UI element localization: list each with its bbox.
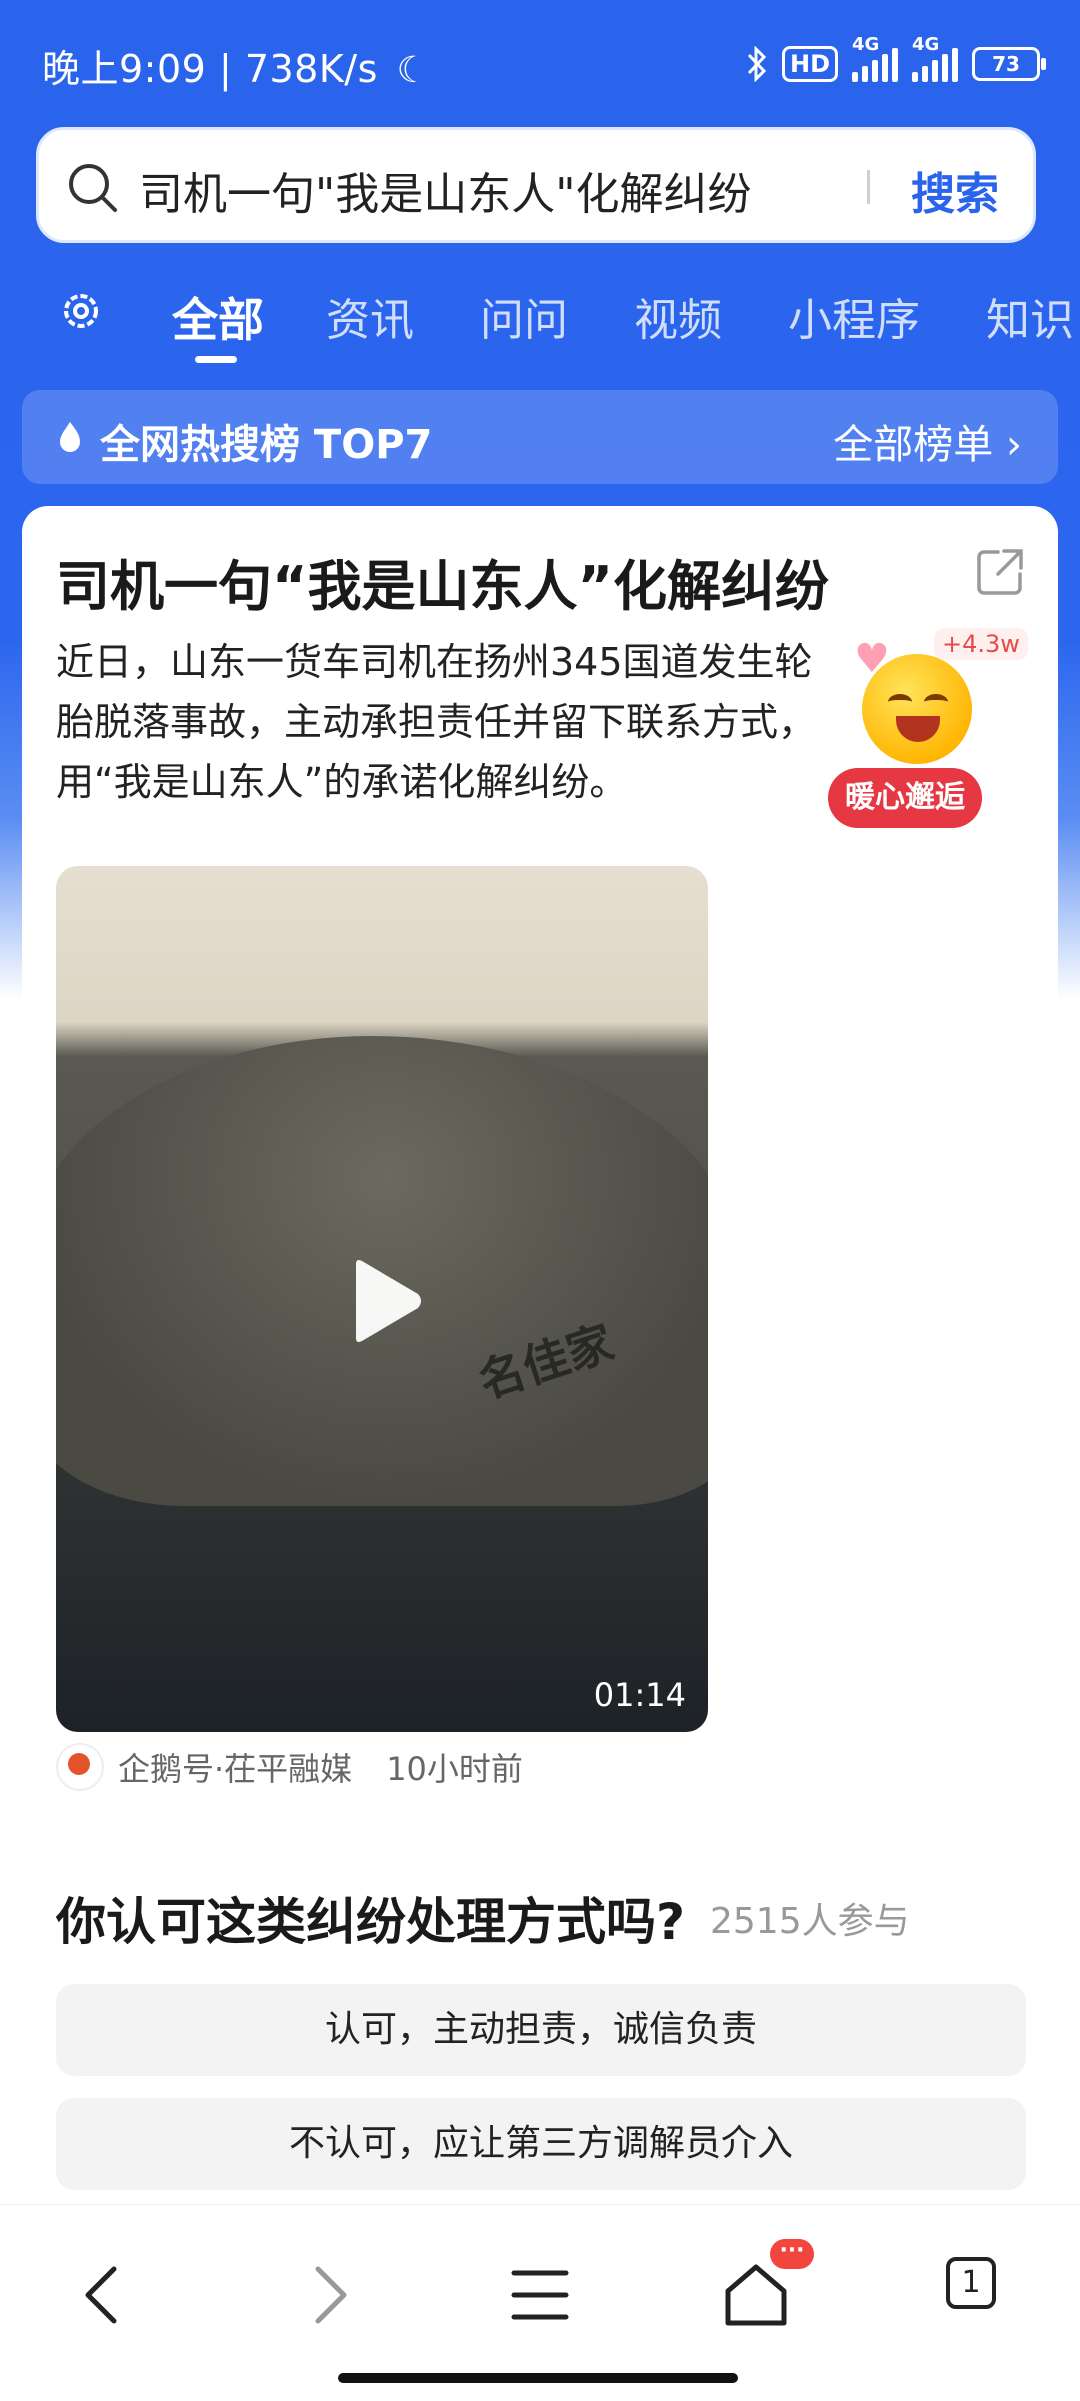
back-icon[interactable]: [66, 2255, 146, 2335]
status-bar: 晚上9:09 | 738K/s ☾ HD 4G 4G 73: [0, 0, 1080, 128]
status-right: HD 4G 4G 73: [746, 34, 1046, 88]
signal-icon-1: 4G: [852, 34, 898, 82]
hot-search-title: 全网热搜榜 TOP7: [100, 422, 433, 468]
home-indicator[interactable]: [338, 2373, 738, 2383]
video-thumbnail[interactable]: 名佳家 01:14: [56, 866, 708, 1732]
share-icon[interactable]: [974, 546, 1026, 598]
smiley-emoji-icon: [862, 654, 972, 764]
menu-icon[interactable]: [500, 2255, 580, 2335]
tab-news[interactable]: 资讯: [326, 284, 414, 348]
publish-time: 10小时前: [386, 1750, 523, 1788]
tab-ask[interactable]: 问问: [480, 284, 568, 348]
status-time: 晚上9:09: [42, 47, 207, 91]
tab-active-indicator: [195, 356, 237, 363]
reaction-widget[interactable]: ♥ +4.3w 暖心邂逅: [822, 624, 1028, 834]
moon-icon: ☾: [396, 50, 430, 91]
gear-icon[interactable]: [56, 286, 106, 336]
tabs-count-button[interactable]: 1: [946, 2257, 996, 2309]
hd-icon: HD: [781, 46, 838, 82]
card-description: 近日，山东一货车司机在扬州345国道发生轮胎脱落事故，主动承担责任并留下联系方式…: [56, 640, 817, 804]
source-name[interactable]: 企鹅号·茌平融媒: [118, 1744, 352, 1790]
tab-bar: 全部 资讯 问问 视频 小程序 知识: [0, 270, 1080, 370]
poll-participants: 2515人参与: [710, 1901, 910, 1942]
status-left: 晚上9:09 | 738K/s ☾: [42, 47, 430, 91]
search-divider: [867, 170, 870, 204]
battery-icon: 73: [972, 47, 1046, 81]
news-card: 司机一句“我是山东人”化解纠纷 近日，山东一货车司机在扬州345国道发生轮胎脱落…: [22, 506, 1058, 2206]
all-rankings-link[interactable]: 全部榜单 ›: [833, 412, 1022, 470]
tab-video[interactable]: 视频: [634, 284, 722, 348]
hot-search-bar[interactable]: 全网热搜榜 TOP7 全部榜单 ›: [22, 390, 1058, 484]
bottom-navigation: ··· 1: [0, 2204, 1080, 2401]
reaction-count: +4.3w: [934, 628, 1028, 660]
poll-option-disagree[interactable]: 不认可，应让第三方调解员介入: [56, 2098, 1026, 2190]
home-notification-badge: ···: [770, 2239, 814, 2269]
source-logo-icon: [56, 1743, 104, 1791]
status-net-speed: 738K/s: [244, 47, 378, 91]
flame-icon: [60, 422, 80, 452]
poll-question: 你认可这类纠纷处理方式吗?: [56, 1893, 686, 1951]
tab-all[interactable]: 全部: [172, 284, 264, 350]
tab-mini-program[interactable]: 小程序: [788, 284, 920, 348]
bluetooth-icon: [747, 46, 767, 82]
play-icon[interactable]: [346, 1256, 426, 1346]
forward-icon[interactable]: [286, 2255, 366, 2335]
card-title[interactable]: 司机一句“我是山东人”化解纠纷: [56, 542, 829, 621]
search-button[interactable]: 搜索: [911, 158, 999, 222]
search-input[interactable]: 司机一句"我是山东人"化解纠纷: [139, 158, 751, 222]
video-duration: 01:14: [593, 1676, 686, 1714]
source-row: 企鹅号·茌平融媒 10小时前: [56, 1742, 523, 1792]
search-bar[interactable]: 司机一句"我是山东人"化解纠纷 搜索: [36, 127, 1036, 243]
search-icon: [69, 164, 117, 212]
signal-icon-2: 4G: [912, 34, 958, 82]
tab-knowledge[interactable]: 知识: [986, 284, 1074, 348]
reaction-badge[interactable]: 暖心邂逅: [828, 768, 982, 828]
poll-option-agree[interactable]: 认可，主动担责，诚信负责: [56, 1984, 1026, 2076]
